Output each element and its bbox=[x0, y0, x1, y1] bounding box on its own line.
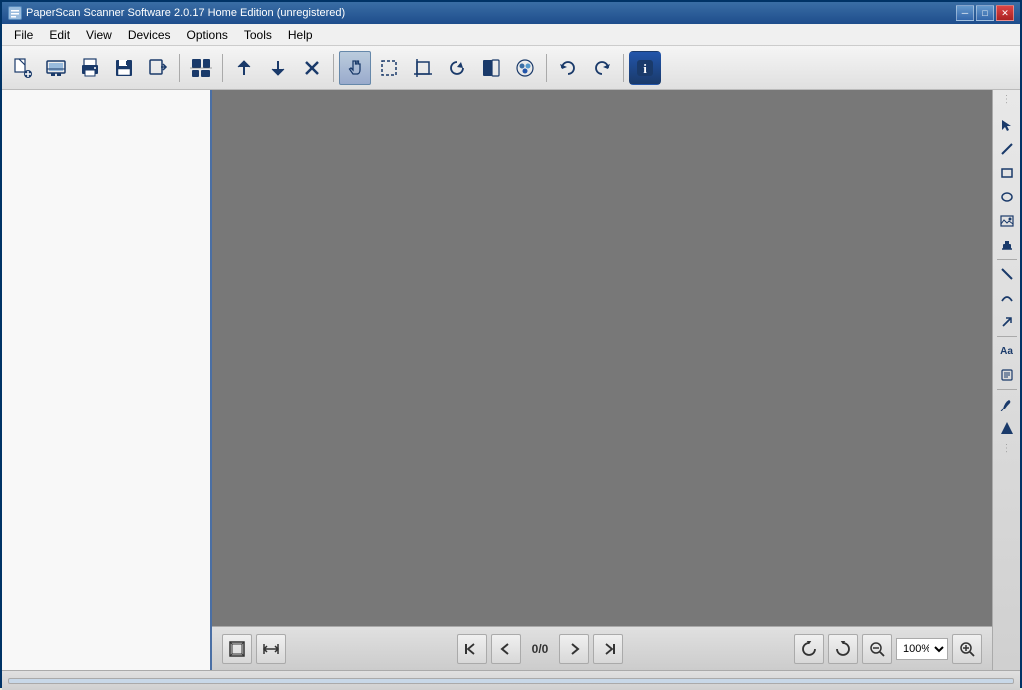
right-toolbar: ··· bbox=[992, 90, 1020, 670]
layout-button[interactable] bbox=[185, 51, 217, 85]
svg-text:i: i bbox=[643, 61, 647, 76]
prev-page-button[interactable] bbox=[491, 634, 521, 664]
pointer-tool-button[interactable] bbox=[996, 114, 1018, 136]
right-toolbar-dots-bottom: ··· bbox=[1002, 443, 1011, 459]
canvas-area: 0/0 bbox=[212, 90, 992, 670]
right-toolbar-dots: ··· bbox=[1002, 94, 1011, 110]
separator-2 bbox=[222, 54, 223, 82]
crop-tool-button[interactable] bbox=[407, 51, 439, 85]
rotate-right-button[interactable] bbox=[828, 634, 858, 664]
selection-tool-button[interactable] bbox=[373, 51, 405, 85]
menu-bar: File Edit View Devices Options Tools Hel… bbox=[2, 24, 1020, 46]
hand-tool-button[interactable] bbox=[339, 51, 371, 85]
fit-width-button[interactable] bbox=[256, 634, 286, 664]
move-up-button[interactable] bbox=[228, 51, 260, 85]
curve-tool-button[interactable] bbox=[996, 287, 1018, 309]
delete-button[interactable] bbox=[296, 51, 328, 85]
navigation-buttons: 0/0 bbox=[457, 634, 623, 664]
minimize-button[interactable]: ─ bbox=[956, 5, 974, 21]
fit-page-button[interactable] bbox=[222, 634, 252, 664]
diagonal-line-button[interactable] bbox=[996, 263, 1018, 285]
undo-button[interactable] bbox=[552, 51, 584, 85]
fit-buttons bbox=[222, 634, 286, 664]
menu-edit[interactable]: Edit bbox=[41, 24, 78, 45]
next-page-button[interactable] bbox=[559, 634, 589, 664]
brightness-button[interactable] bbox=[475, 51, 507, 85]
close-button[interactable]: ✕ bbox=[996, 5, 1014, 21]
zoom-select[interactable]: 25% 50% 75% 100% 150% 200% bbox=[896, 638, 948, 660]
window-controls[interactable]: ─ □ ✕ bbox=[956, 5, 1014, 21]
info-button[interactable]: i bbox=[629, 51, 661, 85]
separator-4 bbox=[546, 54, 547, 82]
main-layout: 0/0 bbox=[2, 90, 1020, 670]
color-button[interactable] bbox=[509, 51, 541, 85]
pen-tool-button[interactable] bbox=[996, 393, 1018, 415]
rectangle-tool-button[interactable] bbox=[996, 162, 1018, 184]
menu-options[interactable]: Options bbox=[179, 24, 236, 45]
title-bar-left: PaperScan Scanner Software 2.0.17 Home E… bbox=[8, 6, 345, 20]
last-page-button[interactable] bbox=[593, 634, 623, 664]
separator-1 bbox=[179, 54, 180, 82]
stamp-tool-button[interactable] bbox=[996, 234, 1018, 256]
redo-button[interactable] bbox=[586, 51, 618, 85]
canvas-bottom-bar: 0/0 bbox=[212, 626, 992, 670]
app-icon bbox=[8, 6, 22, 20]
right-sep-3 bbox=[997, 389, 1017, 390]
rotate-button[interactable] bbox=[441, 51, 473, 85]
ellipse-tool-button[interactable] bbox=[996, 186, 1018, 208]
first-page-button[interactable] bbox=[457, 634, 487, 664]
image-tool-button[interactable] bbox=[996, 210, 1018, 232]
menu-view[interactable]: View bbox=[78, 24, 120, 45]
scan-button[interactable] bbox=[40, 51, 72, 85]
canvas-content bbox=[212, 90, 992, 626]
title-bar: PaperScan Scanner Software 2.0.17 Home E… bbox=[2, 2, 1020, 24]
page-indicator: 0/0 bbox=[525, 642, 555, 656]
maximize-button[interactable]: □ bbox=[976, 5, 994, 21]
zoom-in-button[interactable] bbox=[952, 634, 982, 664]
toolbar: i bbox=[2, 46, 1020, 90]
status-progress bbox=[8, 678, 1014, 684]
shape-fill-button[interactable] bbox=[996, 417, 1018, 439]
zoom-out-button[interactable] bbox=[862, 634, 892, 664]
print-button[interactable] bbox=[74, 51, 106, 85]
line-tool-button[interactable] bbox=[996, 138, 1018, 160]
canvas-section: 0/0 bbox=[212, 90, 1020, 670]
right-sep-2 bbox=[997, 336, 1017, 337]
menu-file[interactable]: File bbox=[6, 24, 41, 45]
menu-help[interactable]: Help bbox=[280, 24, 321, 45]
rotate-left-button[interactable] bbox=[794, 634, 824, 664]
menu-tools[interactable]: Tools bbox=[236, 24, 280, 45]
separator-5 bbox=[623, 54, 624, 82]
title-bar-text: PaperScan Scanner Software 2.0.17 Home E… bbox=[26, 7, 345, 19]
new-button[interactable] bbox=[6, 51, 38, 85]
note-tool-button[interactable] bbox=[996, 364, 1018, 386]
separator-3 bbox=[333, 54, 334, 82]
arrow-tool-button[interactable] bbox=[996, 311, 1018, 333]
rotate-zoom-buttons: 25% 50% 75% 100% 150% 200% bbox=[794, 634, 982, 664]
menu-devices[interactable]: Devices bbox=[120, 24, 179, 45]
right-sep-1 bbox=[997, 259, 1017, 260]
text-tool-button[interactable]: Aa bbox=[996, 340, 1018, 362]
move-down-button[interactable] bbox=[262, 51, 294, 85]
sidebar bbox=[2, 90, 212, 670]
status-bar bbox=[2, 670, 1020, 690]
save-button[interactable] bbox=[108, 51, 140, 85]
export-button[interactable] bbox=[142, 51, 174, 85]
